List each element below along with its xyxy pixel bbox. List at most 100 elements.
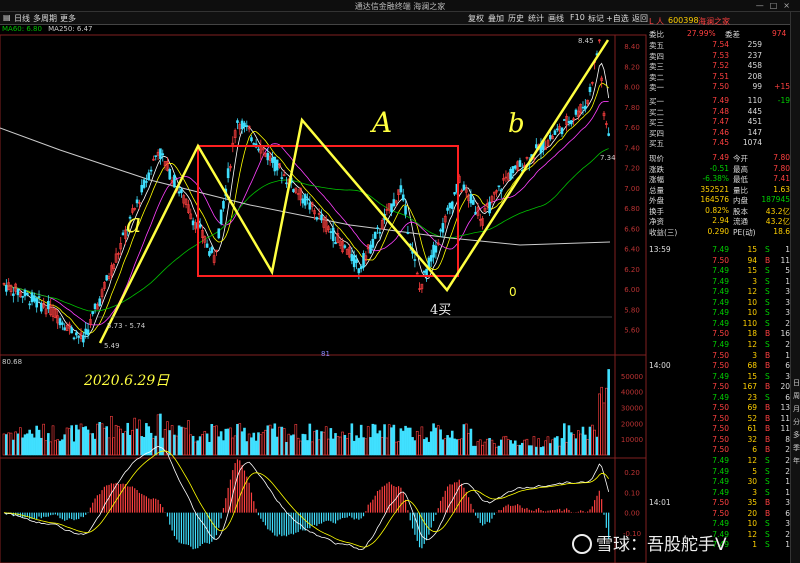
- volume-bar: [215, 425, 218, 456]
- marker-0: 0: [509, 285, 517, 299]
- candle-body: [563, 119, 566, 121]
- volume-bar: [273, 423, 277, 456]
- volume-bar: [224, 428, 228, 456]
- volume-bar: [341, 431, 344, 456]
- candle-body: [499, 189, 503, 192]
- period-sidebar: 日周月分多季年: [790, 12, 800, 563]
- kline-chart[interactable]: 8.40 8.20 8.00 7.80 7.60 7.40 7.20 7.00 6.80 6.60…: [0, 0, 647, 563]
- volume-bar: [154, 435, 158, 456]
- tick-row: 7.50 61 B 11: [712, 424, 790, 434]
- candle-body: [355, 259, 358, 263]
- sell-row: 卖三 7.52 458: [649, 61, 762, 71]
- candle-body: [273, 156, 277, 172]
- sidebar-period-5[interactable]: 季: [792, 443, 800, 453]
- candle-body: [607, 133, 610, 136]
- volume-bar: [278, 426, 281, 456]
- volume-tick: 30000: [621, 405, 643, 413]
- candle-body: [588, 86, 592, 93]
- volume-bar: [252, 432, 256, 456]
- volume-bar: [161, 437, 165, 456]
- volume-bar: [460, 438, 463, 456]
- candle-body: [359, 266, 363, 270]
- volume-bar: [261, 431, 265, 456]
- volume-bar: [198, 436, 202, 456]
- volume-bar: [432, 423, 435, 456]
- volume-bar: [313, 431, 316, 456]
- volume-bar: [205, 433, 209, 456]
- volume-bar: [296, 437, 300, 456]
- window-controls[interactable]: —□×: [756, 1, 796, 10]
- annotations: a A b 2020.6.29日 4买 0 5.73 - 5.74 5.49 8.45 7.34 8…: [83, 37, 616, 389]
- candle-body: [404, 205, 407, 215]
- price-tick: 6.00: [624, 286, 640, 294]
- volume-bar: [105, 426, 109, 456]
- maximize-icon[interactable]: □: [770, 1, 784, 10]
- volume-bar: [560, 438, 564, 456]
- candle-body: [308, 202, 312, 210]
- sidebar-period-0[interactable]: 日: [792, 378, 800, 388]
- volume-bar: [26, 433, 29, 456]
- price-tick: 6.40: [624, 246, 640, 254]
- volume-bar: [12, 439, 15, 456]
- candle-body: [168, 168, 172, 180]
- volume-bar: [520, 442, 524, 456]
- tick-row: 14:00 7.50 68 B 6: [649, 361, 790, 371]
- label-A: A: [369, 106, 392, 139]
- candle-body: [448, 202, 452, 209]
- volume-bar: [376, 433, 379, 456]
- quote-row: 涨幅 -6.38% 最低 7.41: [649, 174, 790, 184]
- volume-bar: [61, 439, 64, 456]
- volume-bar: [212, 426, 216, 456]
- volume-bar: [14, 431, 17, 456]
- candle-body: [497, 185, 501, 188]
- quote-row: 净资 2.94 流通 43.2亿: [649, 216, 790, 226]
- label-b: b: [508, 109, 525, 139]
- volume-bar: [51, 425, 55, 456]
- sidebar-period-2[interactable]: 月: [792, 404, 800, 414]
- volume-bar: [378, 430, 382, 456]
- volume-bar: [285, 441, 288, 456]
- volume-bar: [147, 426, 151, 456]
- candle-body: [145, 181, 148, 183]
- candle-body: [513, 165, 517, 169]
- volume-bar: [23, 434, 27, 456]
- volume-bar: [128, 434, 132, 456]
- volume-bar: [194, 441, 197, 456]
- minimize-icon[interactable]: —: [756, 1, 770, 10]
- sidebar-period-4[interactable]: 多: [792, 430, 800, 440]
- tick-row: 7.49 10 S 3: [712, 308, 790, 318]
- quote-row: 涨跌 -0.51 最高 7.80: [649, 163, 790, 174]
- volume-bar: [30, 433, 34, 456]
- close-icon[interactable]: ×: [783, 1, 796, 10]
- volume-bar: [142, 436, 146, 456]
- sidebar-period-1[interactable]: 周: [792, 391, 800, 401]
- volume-bar: [584, 434, 587, 456]
- volume-bar: [492, 443, 496, 456]
- candle-body: [334, 241, 337, 245]
- volume-bar: [334, 433, 337, 456]
- volume-bar: [63, 434, 67, 456]
- volume-bar: [100, 423, 104, 456]
- volume-bar: [303, 434, 307, 456]
- candle-body: [16, 289, 20, 296]
- candle-body: [450, 201, 454, 209]
- candle-body: [306, 198, 309, 201]
- volume-bar: [112, 437, 116, 456]
- sidebar-period-6[interactable]: 年: [792, 456, 800, 466]
- candle-body: [226, 168, 230, 179]
- volume-bar: [240, 431, 244, 456]
- volume-bar: [133, 417, 137, 456]
- volume-bar: [135, 428, 139, 456]
- volume-bar: [539, 447, 543, 456]
- volume-bar: [121, 433, 125, 456]
- volume-bar: [462, 424, 466, 456]
- buy-row: 买一 7.49 110 -19: [649, 96, 790, 106]
- candle-body: [217, 228, 221, 239]
- candle-body: [378, 231, 382, 234]
- volume-bar: [320, 431, 323, 456]
- sidebar-period-3[interactable]: 分: [792, 417, 800, 427]
- candle-body: [434, 245, 438, 253]
- chart-grid: [0, 34, 647, 563]
- volume-bar: [581, 426, 585, 456]
- volume-bar: [182, 427, 186, 456]
